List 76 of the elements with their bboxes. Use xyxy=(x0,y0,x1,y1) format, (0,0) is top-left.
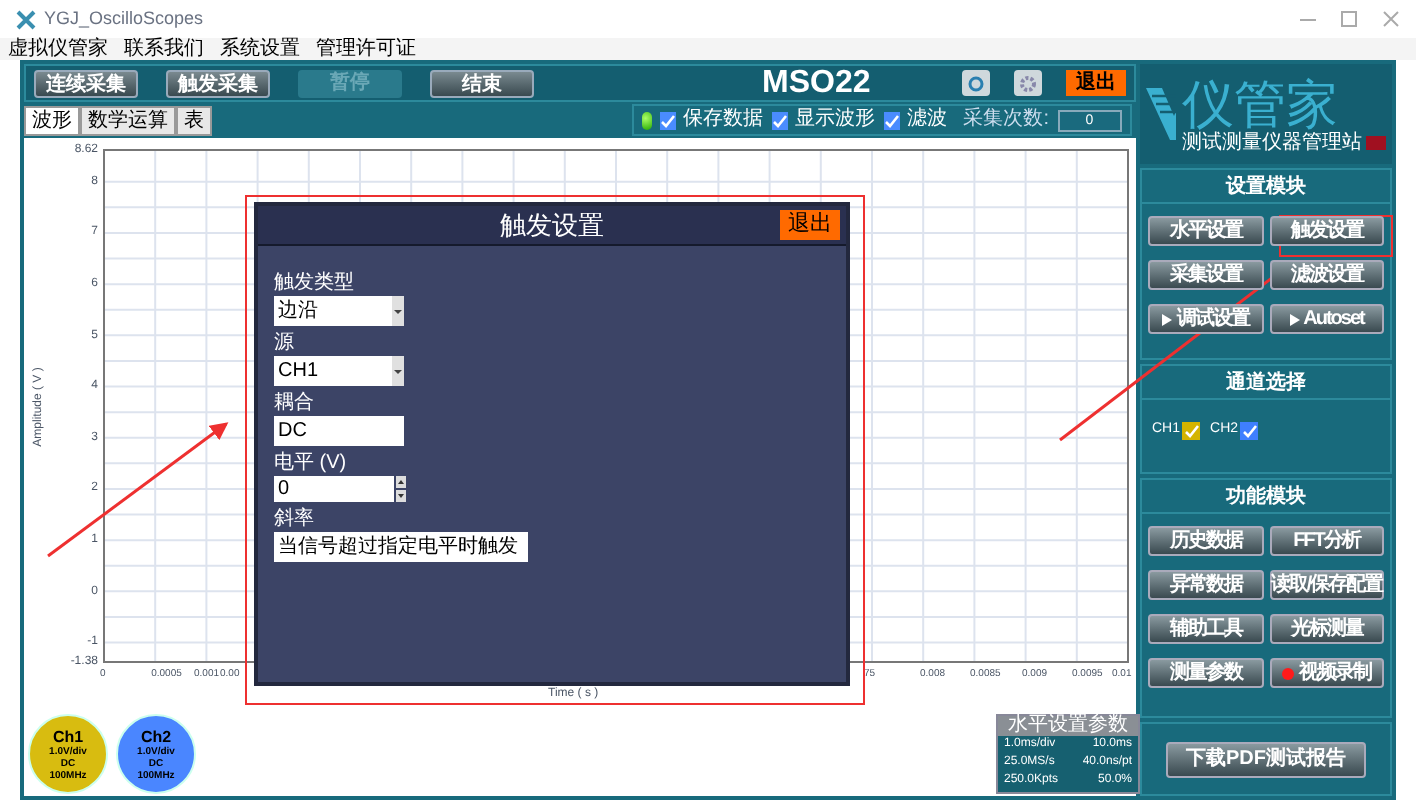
menu-item[interactable]: 管理许可证 xyxy=(316,38,416,60)
input-field[interactable]: DC xyxy=(274,416,404,446)
dialog-title: 触发设置 xyxy=(500,207,604,244)
module-button[interactable]: 异常数据 xyxy=(1148,570,1263,600)
dropdown[interactable]: 边沿 xyxy=(274,296,404,326)
tab[interactable]: 数学运算 xyxy=(80,106,176,136)
window-title: YGJ_OscilloScopes xyxy=(44,5,204,32)
status-led xyxy=(642,111,652,129)
module-button[interactable]: FFT分析 xyxy=(1269,526,1384,556)
app-icon xyxy=(16,9,36,29)
module-button[interactable]: 滤波设置 xyxy=(1269,260,1384,290)
field-label: 电平 (V) xyxy=(274,452,349,476)
check-icon xyxy=(1183,423,1200,438)
module-button[interactable]: 读取/保存配置 xyxy=(1269,570,1384,600)
settings-icon xyxy=(1020,75,1036,91)
dropdown[interactable]: CH1 xyxy=(274,356,404,386)
check-icon xyxy=(883,113,900,127)
checkbox[interactable] xyxy=(659,111,676,129)
dropdown-value: 边沿 xyxy=(278,297,320,326)
menu-item[interactable]: 系统设置 xyxy=(220,38,300,60)
input-field[interactable]: 当信号超过指定电平时触发 xyxy=(274,532,528,562)
menu-item[interactable]: 联系我们 xyxy=(124,38,204,60)
check-icon xyxy=(659,113,676,127)
channel-checkbox[interactable] xyxy=(1182,421,1201,440)
spinner-icon xyxy=(396,476,406,502)
checkbox[interactable] xyxy=(883,111,900,129)
input-field[interactable]: 0 xyxy=(274,476,394,502)
channel-name: Ch1 xyxy=(52,727,84,745)
tab[interactable]: 波形 xyxy=(24,106,80,136)
panel-title: 水平设置参数 xyxy=(998,716,1138,736)
module-button[interactable]: 光标测量 xyxy=(1269,614,1384,644)
checkbox[interactable] xyxy=(771,111,788,129)
close-icon xyxy=(1382,10,1400,28)
checkbox-label: 滤波 xyxy=(907,110,948,130)
logo-tagline: 测试测量仪器管理站 xyxy=(1182,131,1362,153)
device-title: MSO22 xyxy=(762,63,871,103)
logo-badge xyxy=(1366,135,1386,149)
module-button[interactable]: 测量参数 xyxy=(1148,658,1263,688)
play-icon xyxy=(1289,313,1300,325)
logo-mark-icon xyxy=(1146,84,1176,144)
dropdown-value: CH1 xyxy=(278,358,321,386)
field-label: 斜率 xyxy=(274,508,316,532)
exit-button[interactable]: 退出 xyxy=(1066,70,1126,96)
field-label: 源 xyxy=(274,332,296,356)
check-icon xyxy=(771,113,788,127)
exit-button[interactable]: 退出 xyxy=(780,210,840,240)
highlight-frame xyxy=(1279,215,1393,257)
count-label: 采集次数: xyxy=(963,110,1050,130)
checkbox-label: 保存数据 xyxy=(683,110,764,130)
toolbar-button[interactable]: 触发采集 xyxy=(166,69,270,97)
channel-checkbox[interactable] xyxy=(1240,421,1259,440)
tab[interactable]: 表 xyxy=(176,106,212,136)
checkbox-label: 显示波形 xyxy=(795,110,876,130)
check-icon xyxy=(1241,423,1258,438)
record-icon xyxy=(1282,667,1295,679)
module-button[interactable]: 水平设置 xyxy=(1148,216,1263,246)
module-button[interactable]: 历史数据 xyxy=(1148,526,1263,556)
toolbar-button[interactable]: 结束 xyxy=(430,69,534,97)
module-button[interactable]: 视频录制 xyxy=(1269,658,1384,688)
section-title: 功能模块 xyxy=(1142,480,1390,514)
section-title: 通道选择 xyxy=(1142,366,1390,400)
logo-name: 仪管家 xyxy=(1182,75,1338,131)
maximize-icon xyxy=(1340,10,1358,28)
module-button[interactable]: 辅助工具 xyxy=(1148,614,1263,644)
play-icon xyxy=(1162,313,1173,325)
channel-name: Ch2 xyxy=(140,727,172,745)
module-button[interactable]: Autoset xyxy=(1269,304,1384,334)
menu-item[interactable]: 虚拟仪管家 xyxy=(8,38,108,60)
section-title: 设置模块 xyxy=(1142,170,1390,204)
module-button[interactable]: 触发设置 xyxy=(1269,216,1384,246)
field-label: 触发类型 xyxy=(274,272,356,296)
toolbar-button[interactable]: 连续采集 xyxy=(34,69,138,97)
module-button[interactable]: 采集设置 xyxy=(1148,260,1263,290)
module-button[interactable]: 调试设置 xyxy=(1148,304,1263,334)
download-report-button[interactable]: 下载PDF测试报告 xyxy=(1166,741,1366,777)
field-label: 耦合 xyxy=(274,392,316,416)
